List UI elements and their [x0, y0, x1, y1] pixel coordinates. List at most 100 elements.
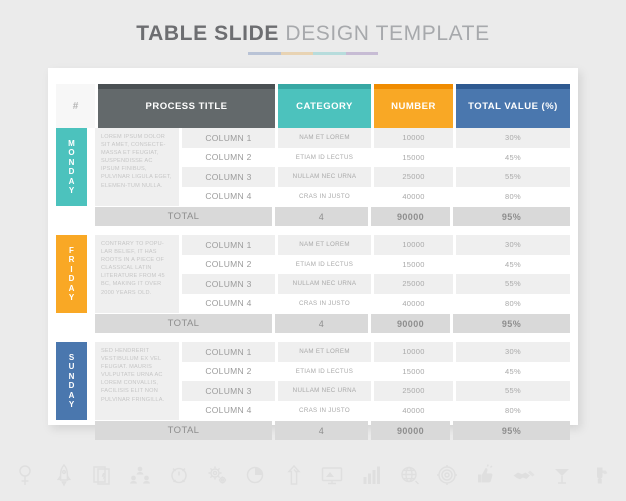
table-header-process-title[interactable]: PROCESS TITLE [98, 84, 275, 128]
day-letter: Y [68, 400, 75, 409]
cell-column: COLUMN 4 [182, 186, 275, 206]
day-letter: D [68, 274, 75, 283]
cell-category: CRAS IN JUSTO [278, 186, 371, 206]
table-header-number[interactable]: NUMBER [374, 84, 453, 128]
day-tab-monday[interactable]: M O N D A Y [56, 128, 87, 206]
cell-category: NULLAM NEC URNA [278, 167, 371, 187]
table-row[interactable]: COLUMN 4 CRAS IN JUSTO 40000 80% [182, 186, 570, 206]
table-row[interactable]: COLUMN 3 NULLAM NEC URNA 25000 55% [182, 274, 570, 294]
day-letter: N [68, 371, 75, 381]
table-row[interactable]: COLUMN 3 NULLAM NEC URNA 25000 55% [182, 167, 570, 187]
table-row[interactable]: COLUMN 1 NAM ET LOREM 10000 30% [182, 342, 570, 362]
table-row[interactable]: COLUMN 2 ETIAM ID LECTUS 15000 45% [182, 147, 570, 167]
cell-total: 30% [456, 128, 570, 148]
table-row[interactable]: COLUMN 2 ETIAM ID LECTUS 15000 45% [182, 361, 570, 381]
table-header-category[interactable]: CATEGORY [278, 84, 371, 128]
day-description-friday: CONTRARY TO POPU-LAR BELIEF, IT HAS ROOT… [95, 235, 179, 313]
day-tab-sunday[interactable]: S U N D A Y [56, 342, 87, 420]
cell-category: ETIAM ID LECTUS [278, 254, 371, 274]
table-row[interactable]: COLUMN 4 CRAS IN JUSTO 40000 80% [182, 400, 570, 420]
bar-chart-icon[interactable] [358, 462, 384, 488]
day-letter: Y [68, 293, 75, 302]
slide-title-area: TABLE SLIDE DESIGN TEMPLATE [0, 22, 626, 55]
cell-column: COLUMN 2 [182, 254, 275, 274]
cell-number: 40000 [374, 400, 453, 420]
cell-number: 10000 [374, 128, 453, 148]
cell-total: 55% [456, 381, 570, 401]
day-rows-friday: COLUMN 1 NAM ET LOREM 10000 30% COLUMN 2… [182, 235, 570, 313]
rocket-icon[interactable] [51, 462, 77, 488]
title-underline-seg-4 [345, 52, 378, 55]
cell-column: COLUMN 1 [182, 235, 275, 255]
table-header-index: # [56, 84, 95, 128]
table-row[interactable]: COLUMN 1 NAM ET LOREM 10000 30% [182, 128, 570, 148]
alarm-clock-icon[interactable] [166, 462, 192, 488]
cell-total: 55% [456, 274, 570, 294]
day-letter: Y [68, 186, 75, 195]
cell-total: 45% [456, 254, 570, 274]
gears-icon[interactable] [204, 462, 230, 488]
location-pin-icon[interactable] [12, 462, 38, 488]
title-underline-seg-1 [248, 52, 281, 55]
day-rows-monday: COLUMN 1 NAM ET LOREM 10000 30% COLUMN 2… [182, 128, 570, 206]
day-tab-friday[interactable]: F R I D A Y [56, 235, 87, 313]
day-letter: R [68, 255, 75, 264]
cocktail-glass-icon[interactable] [549, 462, 575, 488]
cell-category: NAM ET LOREM [278, 342, 371, 362]
cell-column: COLUMN 1 [182, 128, 275, 148]
table-row[interactable]: COLUMN 1 NAM ET LOREM 10000 30% [182, 235, 570, 255]
title-underline-seg-2 [280, 52, 313, 55]
total-label: TOTAL [95, 314, 272, 333]
total-label: TOTAL [95, 207, 272, 226]
day-block-monday: M O N D A Y LOREM IPSUM DOLOR SIT AMET, … [56, 128, 570, 226]
cell-total: 45% [456, 361, 570, 381]
header-accent-strip [374, 84, 453, 89]
cell-column: COLUMN 4 [182, 293, 275, 313]
day-description-monday: LOREM IPSUM DOLOR SIT AMET, CONSECTE-MAS… [95, 128, 179, 206]
table-header-row: # PROCESS TITLE CATEGORY NUMBER TOTAL VA… [56, 84, 570, 128]
cell-number: 40000 [374, 293, 453, 313]
cell-total: 55% [456, 167, 570, 187]
note-card-icon[interactable] [89, 462, 115, 488]
total-row-friday: TOTAL 4 90000 95% [95, 314, 570, 333]
table-header-total-value[interactable]: TOTAL VALUE (%) [456, 84, 570, 128]
title-underline-seg-3 [313, 52, 346, 55]
cell-number: 25000 [374, 381, 453, 401]
cell-number: 15000 [374, 254, 453, 274]
total-number: 90000 [371, 314, 450, 333]
header-accent-strip [98, 84, 275, 89]
target-icon[interactable] [434, 462, 460, 488]
thumbs-up-icon[interactable] [473, 462, 499, 488]
trophy-hand-icon[interactable] [588, 462, 614, 488]
table-row[interactable]: COLUMN 2 ETIAM ID LECTUS 15000 45% [182, 254, 570, 274]
day-letter: S [68, 352, 75, 362]
cell-column: COLUMN 3 [182, 167, 275, 187]
globe-icon[interactable] [396, 462, 422, 488]
table-header-category-label: CATEGORY [296, 100, 353, 112]
cell-category: CRAS IN JUSTO [278, 400, 371, 420]
presentation-monitor-icon[interactable] [319, 462, 345, 488]
org-chart-icon[interactable] [127, 462, 153, 488]
day-letter: N [68, 157, 75, 167]
handshake-icon[interactable] [511, 462, 537, 488]
day-letter: A [68, 390, 75, 400]
table-row[interactable]: COLUMN 3 NULLAM NEC URNA 25000 55% [182, 381, 570, 401]
day-letter: A [68, 176, 75, 186]
title-underline [248, 52, 378, 55]
cell-total: 30% [456, 342, 570, 362]
day-letter: F [69, 245, 74, 255]
cell-number: 10000 [374, 235, 453, 255]
page-title-light: DESIGN TEMPLATE [279, 22, 490, 45]
cell-column: COLUMN 1 [182, 342, 275, 362]
total-percent: 95% [453, 421, 570, 440]
day-description-sunday: SED HENDRERIT VESTIBULUM EX VEL FEUGIAT.… [95, 342, 179, 420]
table-row[interactable]: COLUMN 4 CRAS IN JUSTO 40000 80% [182, 293, 570, 313]
pie-chart-icon[interactable] [242, 462, 268, 488]
cell-category: NAM ET LOREM [278, 235, 371, 255]
day-block-sunday: S U N D A Y SED HENDRERIT VESTIBULUM EX … [56, 342, 570, 440]
data-table: # PROCESS TITLE CATEGORY NUMBER TOTAL VA… [56, 84, 570, 440]
up-arrow-icon[interactable] [281, 462, 307, 488]
cell-category: ETIAM ID LECTUS [278, 361, 371, 381]
cell-number: 25000 [374, 274, 453, 294]
slide-card: # PROCESS TITLE CATEGORY NUMBER TOTAL VA… [48, 68, 578, 440]
